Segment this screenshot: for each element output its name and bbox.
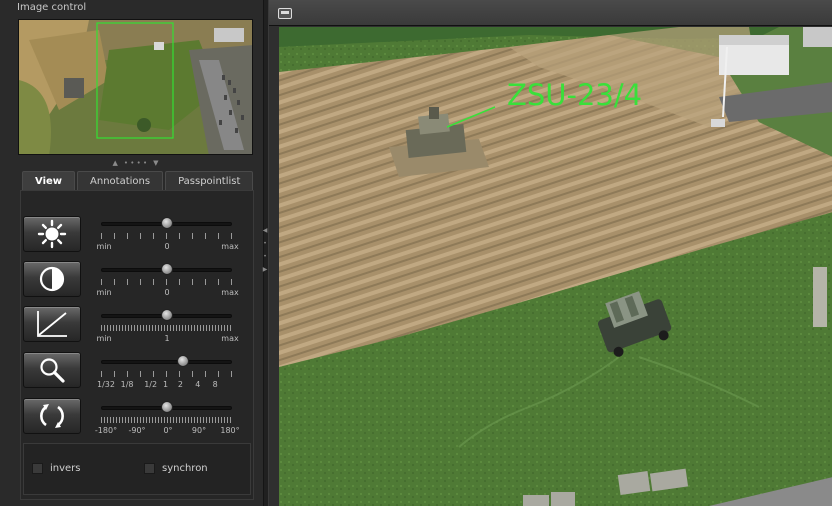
image-viewer-app: Image control ▲ • • • • ▼ View Annotatio…: [0, 0, 832, 506]
image-pane-toolbar: [269, 0, 832, 26]
window-restore-icon[interactable]: [278, 8, 292, 19]
slider-mid-label: 0: [164, 288, 170, 297]
rotation-tick-label: 0°: [163, 426, 173, 435]
tab-passpointlist[interactable]: Passpointlist: [165, 171, 254, 190]
aerial-image-canvas[interactable]: ZSU-23/4: [279, 27, 832, 506]
zoom-icon: [40, 358, 65, 383]
invers-checkbox[interactable]: invers: [32, 463, 81, 474]
tab-bar: View Annotations Passpointlist: [22, 171, 254, 191]
zoom-tick-label: 2: [177, 380, 183, 389]
rotation-slider-thumb[interactable]: [160, 401, 173, 413]
gamma-curve-icon: [37, 311, 67, 337]
zoom-slider[interactable]: 1/32 1/8 1/2 1 2 4 8: [97, 354, 240, 398]
invers-label: invers: [50, 463, 81, 474]
zoom-button[interactable]: [23, 352, 81, 388]
brightness-button[interactable]: [23, 216, 81, 252]
zoom-tick-label: 4: [195, 380, 201, 389]
synchron-checkbox-box[interactable]: [144, 463, 155, 474]
zoom-slider-thumb[interactable]: [176, 355, 189, 367]
slider-min-label: min: [96, 334, 112, 343]
arrow-up-icon: ▲: [112, 159, 118, 167]
slider-max-label: max: [221, 334, 239, 343]
horizontal-splitter-handle[interactable]: ▲ • • • • ▼: [18, 158, 253, 168]
options-group: invers synchron: [23, 443, 251, 495]
tab-annotations[interactable]: Annotations: [77, 171, 164, 190]
brightness-slider[interactable]: min 0 max: [96, 216, 240, 260]
overview-thumbnail[interactable]: [18, 19, 253, 155]
slider-min-label: min: [96, 242, 112, 251]
slider-mid-label: 0: [164, 242, 170, 251]
gamma-slider[interactable]: min 1 max: [96, 308, 240, 352]
contrast-slider[interactable]: min 0 max: [96, 262, 240, 306]
contrast-slider-thumb[interactable]: [160, 263, 173, 275]
slider-min-label: min: [96, 288, 112, 297]
tab-view[interactable]: View: [22, 171, 76, 190]
brightness-icon: [37, 219, 67, 249]
invers-checkbox-box[interactable]: [32, 463, 43, 474]
grip-dots-icon: • • • •: [123, 159, 148, 167]
rotate-icon: [40, 404, 64, 428]
arrow-down-icon: ▼: [153, 159, 159, 167]
slider-max-label: max: [221, 242, 239, 251]
rotation-slider[interactable]: -180° -90° 0° 90° 180°: [94, 400, 240, 444]
synchron-checkbox[interactable]: synchron: [144, 463, 208, 474]
gamma-button[interactable]: [23, 306, 81, 342]
zoom-tick-label: 1: [162, 380, 169, 389]
rotate-button[interactable]: [23, 398, 81, 434]
rotation-tick-label: -90°: [128, 426, 146, 435]
contrast-button[interactable]: [23, 261, 81, 297]
slider-mid-label: 1: [164, 334, 170, 343]
rotation-tick-label: -180°: [94, 426, 118, 435]
zoom-tick-label: 1/32: [97, 380, 115, 389]
zoom-tick-label: 1/8: [120, 380, 134, 389]
panel-title: Image control: [17, 2, 87, 13]
gamma-slider-thumb[interactable]: [160, 309, 173, 321]
arrow-left-icon: ◀: [262, 227, 268, 234]
image-control-panel: Image control ▲ • • • • ▼ View Annotatio…: [0, 0, 264, 506]
grip-dots-icon: •: [263, 240, 267, 247]
synchron-label: synchron: [162, 463, 208, 474]
rotation-tick-label: 180°: [220, 426, 240, 435]
brightness-slider-thumb[interactable]: [160, 217, 173, 229]
slider-max-label: max: [221, 288, 239, 297]
image-view-pane: ZSU-23/4: [268, 0, 832, 506]
arrow-right-icon: ▶: [262, 266, 268, 273]
zoom-tick-label: 1/2: [144, 380, 158, 389]
contrast-icon: [39, 266, 65, 292]
annotation-label[interactable]: ZSU-23/4: [507, 78, 642, 112]
zoom-tick-label: 8: [212, 380, 218, 389]
rotation-tick-label: 90°: [191, 426, 207, 435]
